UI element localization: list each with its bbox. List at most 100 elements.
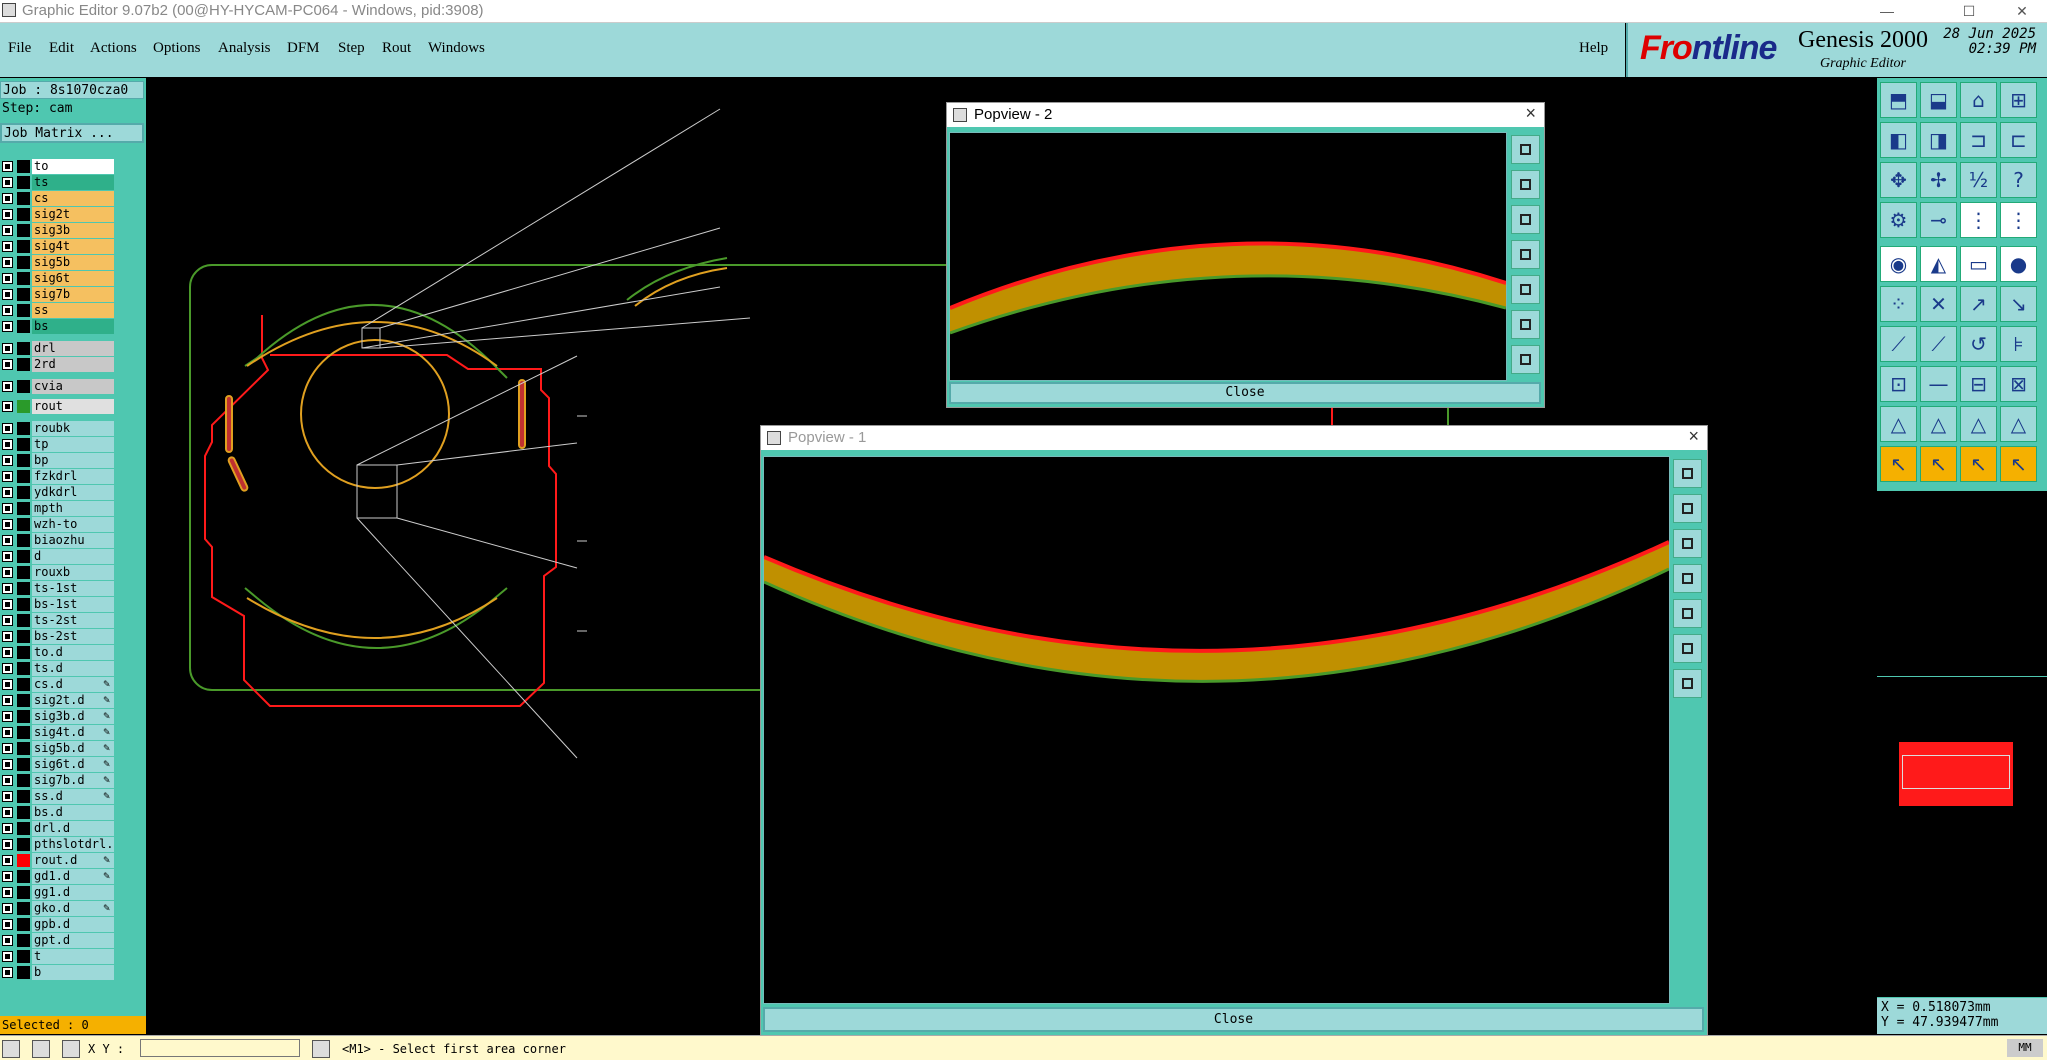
palette-tool-23[interactable]: ↗ [1960,286,1997,322]
layer-name[interactable]: sig3b.d [32,709,114,724]
layer-checkbox[interactable] [2,615,13,626]
palette-tool-5[interactable]: ◧ [1880,122,1917,158]
layer-row[interactable]: to.d [0,645,118,660]
palette-tool-29[interactable]: ⊡ [1880,366,1917,402]
menu-analysis[interactable]: Analysis [218,40,271,57]
layer-checkbox[interactable] [2,359,13,370]
layer-checkbox[interactable] [2,631,13,642]
menu-dfm[interactable]: DFM [287,40,320,57]
layer-row[interactable]: sig3b [0,223,118,238]
layer-row[interactable]: gpt.d [0,933,118,948]
palette-tool-16[interactable]: ⋮ [2000,202,2037,238]
palette-tool-34[interactable]: △ [1920,406,1957,442]
layer-row[interactable]: tp [0,437,118,452]
layer-row[interactable]: wzh-to [0,517,118,532]
popview-2-tool-2[interactable] [1511,170,1540,199]
layer-name[interactable]: ss [32,303,114,318]
layer-row[interactable]: pthslotdrl.d [0,837,118,852]
palette-tool-24[interactable]: ↘ [2000,286,2037,322]
layer-checkbox[interactable] [2,305,13,316]
layer-row[interactable]: t [0,949,118,964]
palette-tool-9[interactable]: ✥ [1880,162,1917,198]
layer-name[interactable]: sig5b [32,255,114,270]
maximize-button[interactable]: ☐ [1946,0,1992,22]
layer-name[interactable]: drl [32,341,114,356]
layer-checkbox[interactable] [2,257,13,268]
overview-panel[interactable] [1877,676,2047,997]
layer-checkbox[interactable] [2,551,13,562]
palette-tool-20[interactable]: ● [2000,246,2037,282]
job-matrix-button[interactable]: Job Matrix ... [0,123,144,143]
popview-2-tool-6[interactable] [1511,310,1540,339]
layer-name[interactable]: rouxb [32,565,114,580]
layer-row[interactable]: rout [0,399,118,414]
layer-row[interactable]: sig2t [0,207,118,222]
layer-name[interactable]: cs.d [32,677,114,692]
layer-row[interactable]: mpth [0,501,118,516]
layer-checkbox[interactable] [2,583,13,594]
layer-row[interactable]: fzkdrl [0,469,118,484]
layer-row[interactable]: drl.d [0,821,118,836]
palette-tool-3[interactable]: ⌂ [1960,82,1997,118]
palette-tool-19[interactable]: ▭ [1960,246,1997,282]
layer-checkbox[interactable] [2,273,13,284]
layer-checkbox[interactable] [2,225,13,236]
layer-checkbox[interactable] [2,727,13,738]
menu-edit[interactable]: Edit [49,40,74,57]
menu-windows[interactable]: Windows [428,40,485,57]
status-tool-3[interactable] [62,1040,80,1058]
layer-name[interactable]: ts-1st [32,581,114,596]
layer-checkbox[interactable] [2,321,13,332]
layer-name[interactable]: ss.d [32,789,114,804]
layer-name[interactable]: sig5b.d [32,741,114,756]
layer-checkbox[interactable] [2,935,13,946]
status-tool-1[interactable] [2,1040,20,1058]
menu-step[interactable]: Step [338,40,365,57]
layer-name[interactable]: wzh-to [32,517,114,532]
palette-tool-6[interactable]: ◨ [1920,122,1957,158]
layer-name[interactable]: sig3b [32,223,114,238]
layer-row[interactable]: ts.d [0,661,118,676]
layer-checkbox[interactable] [2,343,13,354]
layer-name[interactable]: d [32,549,114,564]
popview-2-tool-5[interactable] [1511,275,1540,304]
palette-tool-17[interactable]: ◉ [1880,246,1917,282]
layer-checkbox[interactable] [2,951,13,962]
layer-checkbox[interactable] [2,471,13,482]
layer-name[interactable]: gd1.d [32,869,114,884]
layer-checkbox[interactable] [2,823,13,834]
popview-2-tool-1[interactable] [1511,135,1540,164]
palette-tool-7[interactable]: ⊐ [1960,122,1997,158]
layer-row[interactable]: gpb.d [0,917,118,932]
layer-row[interactable]: roubk [0,421,118,436]
layer-name[interactable]: drl.d [32,821,114,836]
layer-row[interactable]: sig4t.d ✎ [0,725,118,740]
layer-row[interactable]: bs.d [0,805,118,820]
layer-checkbox[interactable] [2,887,13,898]
popview-1-tool-2[interactable] [1673,494,1702,523]
layer-row[interactable]: to [0,159,118,174]
menu-actions[interactable]: Actions [90,40,137,57]
layer-row[interactable]: ts [0,175,118,190]
layer-name[interactable]: sig4t.d [32,725,114,740]
layer-row[interactable]: sig3b.d ✎ [0,709,118,724]
palette-tool-11[interactable]: ½ [1960,162,1997,198]
palette-tool-40[interactable]: ↖ [2000,446,2037,482]
palette-tool-31[interactable]: ⊟ [1960,366,1997,402]
popview-1-tool-1[interactable] [1673,459,1702,488]
layer-name[interactable]: sig7b.d [32,773,114,788]
layer-checkbox[interactable] [2,871,13,882]
popview-2-tool-7[interactable] [1511,345,1540,374]
layer-checkbox[interactable] [2,647,13,658]
palette-tool-15[interactable]: ⋮ [1960,202,1997,238]
layer-name[interactable]: b [32,965,114,980]
status-tool-2[interactable] [32,1040,50,1058]
layer-name[interactable]: cs [32,191,114,206]
layer-name[interactable]: gg1.d [32,885,114,900]
layer-row[interactable]: bs [0,319,118,334]
layer-name[interactable]: fzkdrl [32,469,114,484]
layer-checkbox[interactable] [2,855,13,866]
palette-tool-39[interactable]: ↖ [1960,446,1997,482]
layer-row[interactable]: 2rd [0,357,118,372]
menu-rout[interactable]: Rout [382,40,411,57]
